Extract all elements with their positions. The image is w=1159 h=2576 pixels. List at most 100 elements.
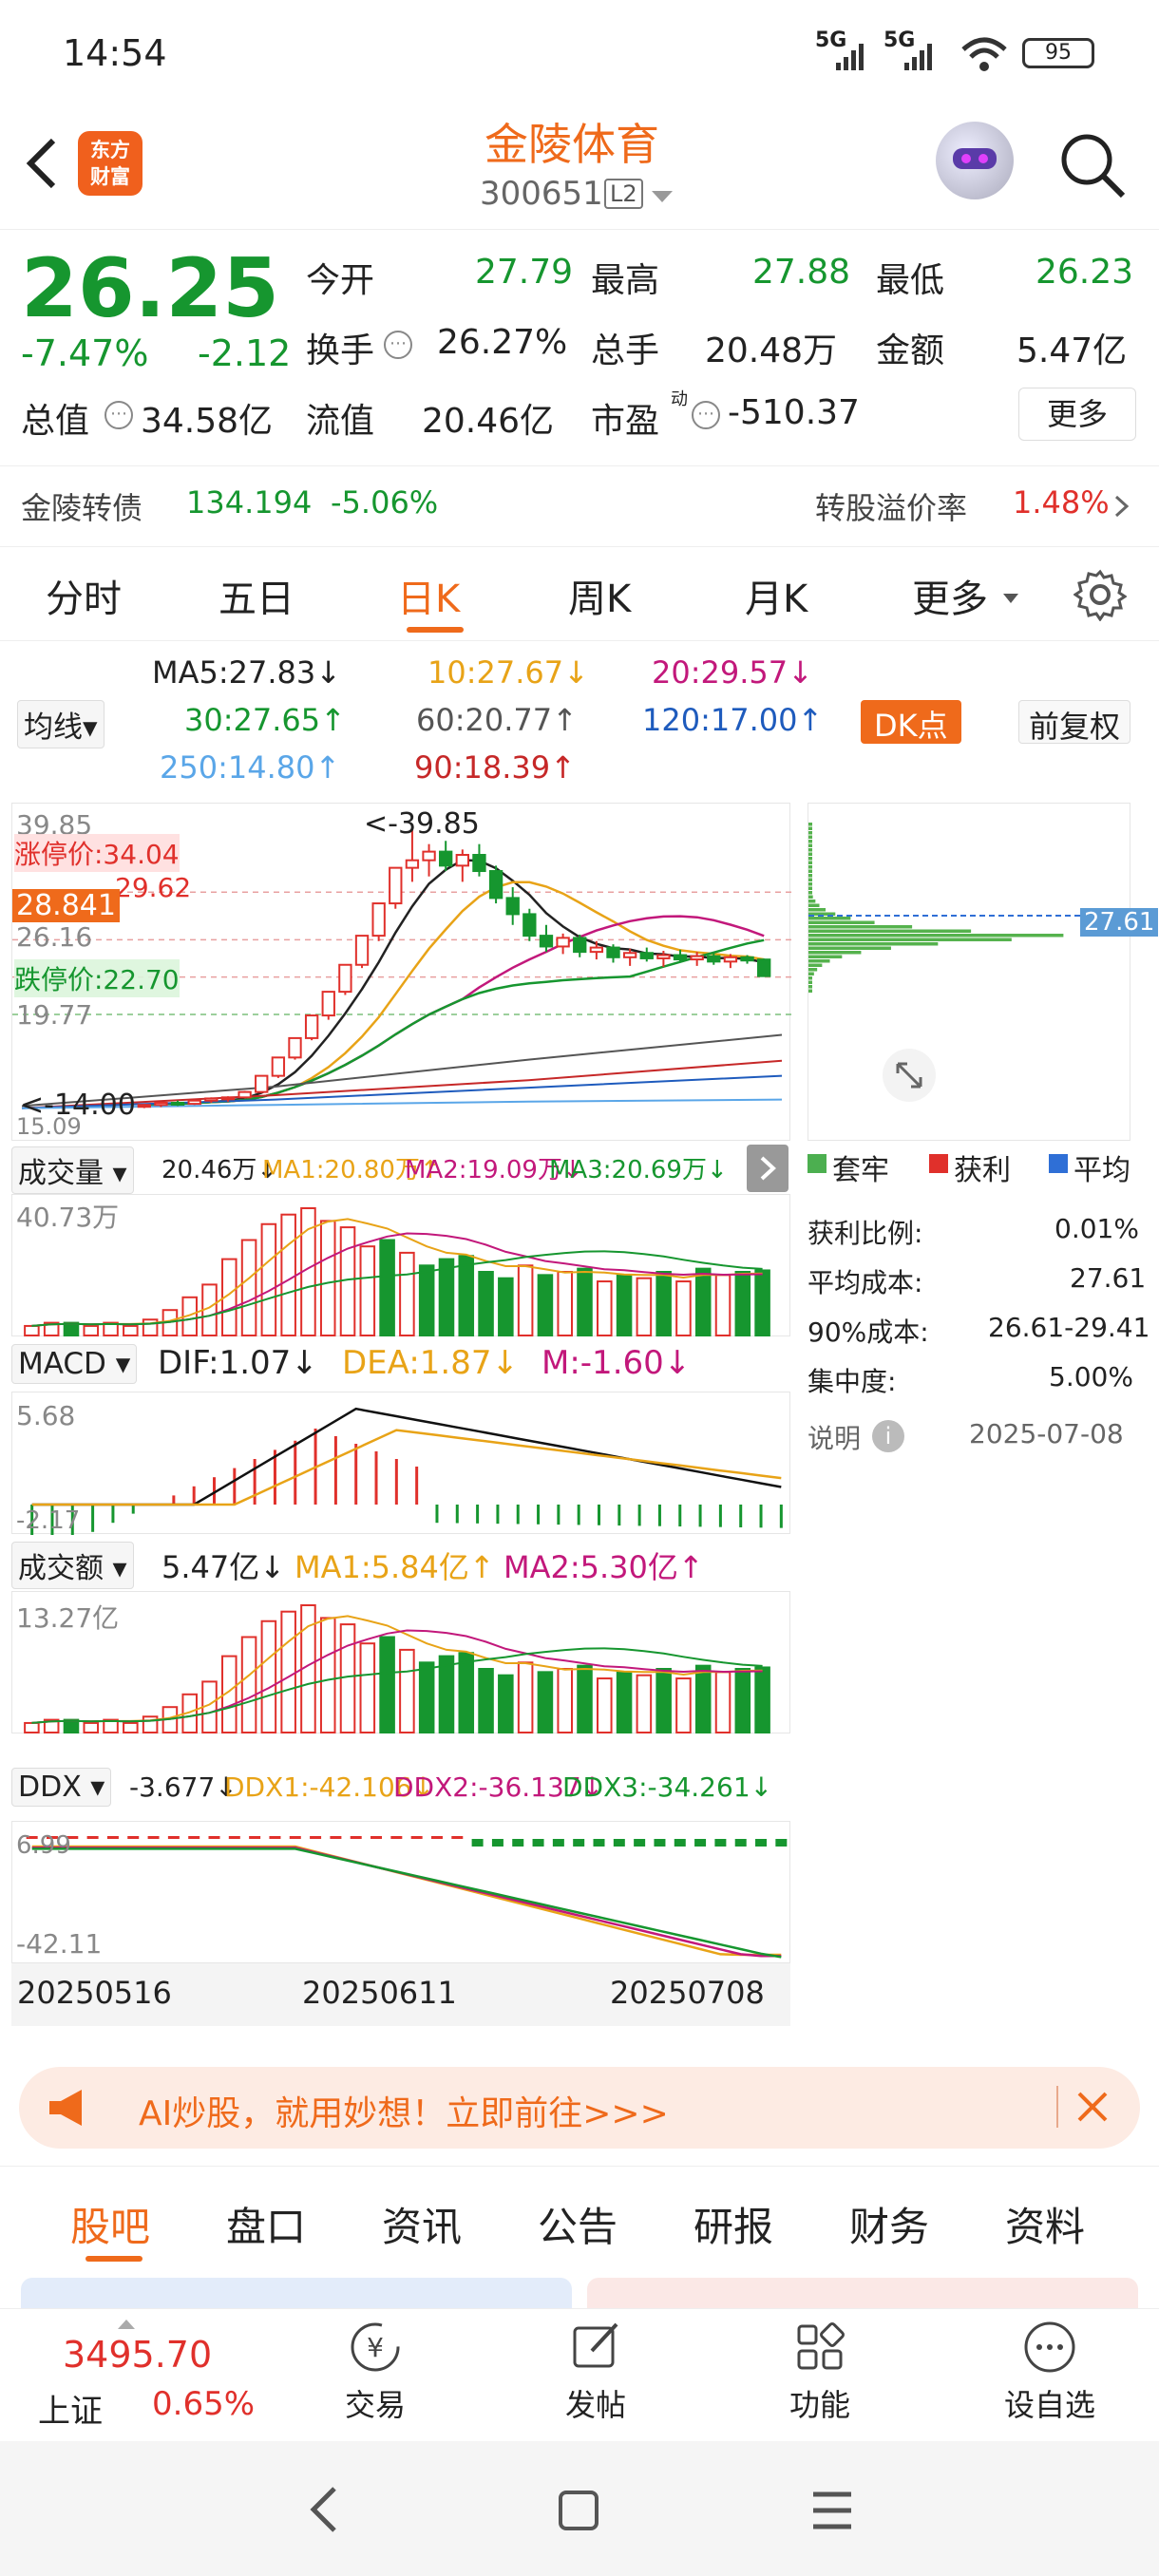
tab-five-day[interactable]: 五日 [218, 568, 294, 623]
volume-ma1-text: MA1:20.80万 [262, 1156, 420, 1184]
tab-daily-k[interactable]: 日K [397, 568, 460, 623]
tab-guba[interactable]: 股吧 [70, 2195, 150, 2253]
ma5-legend: MA5:27.83↓ [152, 654, 342, 691]
macd-m-text: M:-1.60 [542, 1344, 664, 1382]
candle-body [723, 956, 738, 963]
tab-pankou[interactable]: 盘口 [226, 2195, 306, 2253]
ma-selector[interactable]: 均线▾ [17, 700, 104, 748]
premium-label[interactable]: 转股溢价率 [815, 484, 967, 528]
tab-intraday[interactable]: 分时 [46, 568, 122, 623]
trade-button[interactable]: ¥ 交易 [323, 2317, 428, 2438]
amount-panel[interactable]: 13.27亿 [11, 1591, 790, 1734]
chip-bar [808, 874, 812, 878]
limit-down-label: 跌停价:22.70 [14, 959, 180, 997]
bond-change: -5.06% [331, 484, 439, 521]
index-widget[interactable]: 3495.70 上证 0.65% [19, 2309, 266, 2442]
chip-bar [808, 968, 818, 972]
expand-icon[interactable] [883, 1049, 936, 1102]
watchlist-button[interactable]: 设自选 [988, 2317, 1112, 2438]
volume-bar [694, 1664, 712, 1733]
chip-bar [808, 908, 826, 912]
settings-gear-icon[interactable] [1073, 568, 1128, 625]
macd-selector[interactable]: MACD ▾ [11, 1344, 138, 1384]
chip-bar [808, 843, 812, 847]
bond-price: 134.194 [186, 484, 313, 521]
tab-finance[interactable]: 财务 [849, 2195, 929, 2253]
candle-body [505, 897, 520, 916]
profit-ratio-label: 获利比例: [808, 1218, 923, 1249]
ma250-value: 250:14.80 [160, 749, 315, 786]
amount-chart [24, 1604, 770, 1734]
ddx-bar [430, 1836, 443, 1839]
macd-line [31, 1407, 782, 1506]
post-button[interactable]: 发帖 [543, 2317, 648, 2438]
tab-monthly-k[interactable]: 月K [745, 568, 808, 623]
collapse-arrow-icon[interactable] [747, 1145, 788, 1192]
back-icon[interactable] [21, 135, 63, 196]
nav-back-icon[interactable] [304, 2483, 342, 2540]
info-icon[interactable]: i [872, 1420, 904, 1452]
ddx-panel[interactable]: 6.99 -42.11 [11, 1821, 790, 1963]
info-icon[interactable]: ⋯ [692, 401, 720, 429]
ddx-value: -3.677↓ [129, 1771, 238, 1803]
candle-body [389, 866, 403, 905]
adjust-button[interactable]: 前复权 [1018, 700, 1131, 745]
note-label[interactable]: 说明 [808, 1418, 861, 1456]
ddx-bar [86, 1836, 99, 1839]
info-icon[interactable]: ⋯ [384, 331, 412, 359]
tab-more[interactable]: 更多 [912, 568, 988, 623]
ma5-value: MA5:27.83 [152, 654, 316, 691]
chip-bar [808, 980, 812, 984]
ddx-bar [269, 1836, 281, 1839]
functions-button[interactable]: 功能 [768, 2317, 872, 2438]
high-label: 最高 [591, 261, 660, 300]
macd-dif: DIF:1.07↓ [158, 1344, 318, 1382]
stock-header: 东方 财富 金陵体育 300651 L2 [0, 106, 1159, 230]
chip-bar [808, 942, 939, 946]
chevron-right-icon[interactable] [1113, 494, 1130, 522]
tab-profile[interactable]: 资料 [1005, 2195, 1085, 2253]
nav-menu-icon[interactable] [809, 2489, 855, 2536]
volume-bar [280, 1213, 296, 1337]
nav-home-icon[interactable] [557, 2489, 600, 2536]
open-label: 今开 [306, 261, 375, 300]
candle-body [573, 937, 587, 954]
volume-bar [754, 1269, 770, 1336]
volume-selector[interactable]: 成交量 ▾ [11, 1146, 134, 1194]
bond-name[interactable]: 金陵转债 [21, 484, 142, 528]
info-icon[interactable]: ⋯ [104, 401, 133, 429]
search-icon[interactable] [1056, 129, 1129, 205]
more-button[interactable]: 更多 [1018, 388, 1136, 441]
ddx-selector[interactable]: DDX ▾ [11, 1768, 112, 1807]
tab-announcements[interactable]: 公告 [538, 2195, 618, 2253]
macd-dif-text: DIF:1.07 [158, 1344, 292, 1382]
close-icon[interactable] [1074, 2088, 1112, 2130]
profit-ratio-value: 0.01% [1054, 1213, 1139, 1244]
volume-bar [577, 1267, 593, 1336]
chevron-down-icon[interactable] [652, 190, 673, 208]
ddx-bar [289, 1836, 301, 1839]
amount-selector[interactable]: 成交额 ▾ [11, 1542, 134, 1589]
ai-banner[interactable]: AI炒股，就用妙想！立即前往>>> [19, 2067, 1140, 2149]
volume-bar [83, 1324, 100, 1336]
ddx-line [31, 1845, 782, 1957]
volume-bar [498, 1277, 514, 1336]
edit-icon [573, 2322, 618, 2368]
kline-panel[interactable]: 39.85 <-39.85 涨停价:34.04 29.62 28.841 26.… [11, 803, 791, 1141]
tab-news[interactable]: 资讯 [382, 2195, 462, 2253]
chip-distribution-panel[interactable]: 27.61 [808, 803, 1159, 1141]
tab-weekly-k[interactable]: 周K [568, 568, 631, 623]
amount-panel-value-text: 5.47亿 [162, 1549, 260, 1585]
date-end: 20250708 [610, 1975, 765, 2011]
price-level-4: 19.77 [16, 999, 93, 1031]
cost90-label: 90%成本: [808, 1316, 929, 1348]
chip-bar [808, 955, 843, 958]
macd-panel[interactable]: 5.68 -2.17 [11, 1392, 790, 1560]
candle-body [271, 1056, 286, 1077]
ai-robot-avatar[interactable] [936, 122, 1014, 199]
caret-down-icon[interactable] [1003, 589, 1018, 607]
ma20-value: 20:29.57 [652, 654, 788, 691]
dk-point-button[interactable]: DK点 [861, 700, 961, 744]
volume-panel[interactable]: 40.73万 [11, 1194, 790, 1337]
tab-research[interactable]: 研报 [694, 2195, 773, 2253]
